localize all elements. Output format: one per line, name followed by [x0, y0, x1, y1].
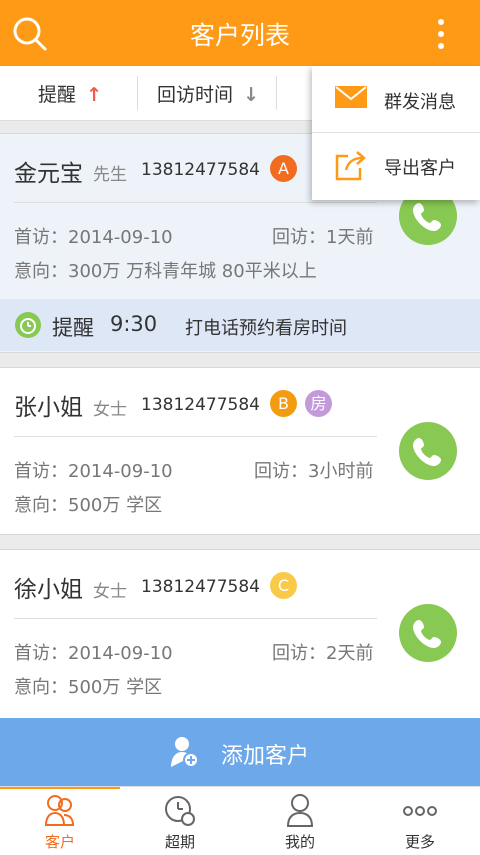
reminder-time: 9:30	[110, 312, 158, 336]
tab-mine[interactable]: 我的	[240, 787, 360, 855]
customer-card[interactable]: 徐小姐 女士 13812477584 C 首访：2014-09-10 回访：2天…	[0, 549, 480, 719]
menu-item-export[interactable]: 导出客户	[312, 132, 480, 198]
last-visit: 回访：3小时前	[254, 461, 374, 482]
phone-icon	[413, 620, 441, 648]
customer-title: 女士	[93, 582, 127, 602]
grade-badge: A	[270, 155, 297, 182]
add-customer-label: 添加客户	[221, 744, 310, 769]
menu-item-broadcast[interactable]: 群发消息	[312, 66, 480, 133]
menu-item-label: 群发消息	[384, 92, 456, 113]
first-visit: 首访：2014-09-10	[14, 227, 173, 248]
divider	[14, 618, 377, 619]
bottom-tab-bar: 客户 超期 我的 更多	[0, 786, 480, 855]
reminder-text: 打电话预约看房时间	[185, 318, 347, 339]
customers-icon	[44, 795, 75, 826]
more-vertical-icon[interactable]	[424, 14, 458, 54]
filter-divider	[137, 76, 138, 110]
overflow-menu: 群发消息 导出客户	[312, 66, 480, 200]
filter-divider	[276, 76, 277, 110]
arrow-up-icon: ↑	[86, 84, 102, 106]
intent: 意向：300万 万科青年城 80平米以上	[14, 261, 317, 282]
customer-phone: 13812477584	[141, 160, 260, 180]
divider	[14, 202, 377, 203]
customer-title: 先生	[93, 165, 127, 185]
customer-phone: 13812477584	[141, 395, 260, 415]
tab-customers[interactable]: 客户	[0, 787, 120, 855]
filter-reminder[interactable]: 提醒 ↑	[38, 80, 102, 107]
alarm-clock-icon	[15, 312, 41, 338]
phone-icon	[413, 438, 441, 466]
tab-more[interactable]: 更多	[360, 787, 480, 855]
customer-title: 女士	[93, 400, 127, 420]
grade-badge: C	[270, 572, 297, 599]
mail-icon	[335, 86, 367, 108]
filter-revisit-time[interactable]: 回访时间 ↓	[157, 80, 259, 107]
filter-revisit-label: 回访时间	[157, 84, 234, 106]
arrow-down-icon: ↓	[243, 84, 259, 106]
customer-phone: 13812477584	[141, 577, 260, 597]
call-button[interactable]	[399, 422, 457, 480]
reminder-row[interactable]: 提醒 9:30 打电话预约看房时间	[0, 299, 480, 351]
tab-label: 超期	[164, 833, 195, 851]
house-tag-badge: 房	[305, 390, 332, 417]
export-icon	[335, 151, 366, 181]
profile-icon	[286, 794, 314, 827]
menu-item-label: 导出客户	[384, 158, 456, 179]
more-dots-icon	[403, 806, 437, 816]
first-visit: 首访：2014-09-10	[14, 461, 173, 482]
reminder-label: 提醒	[52, 316, 94, 340]
last-visit: 回访：2天前	[272, 643, 374, 664]
intent: 意向：500万 学区	[14, 495, 163, 516]
tab-label: 客户	[44, 833, 75, 851]
page-title: 客户列表	[189, 21, 290, 50]
top-bar: 客户列表	[0, 0, 480, 66]
last-visit: 回访：1天前	[272, 227, 374, 248]
intent: 意向：500万 学区	[14, 677, 163, 698]
filter-reminder-label: 提醒	[38, 84, 77, 106]
customer-name: 徐小姐	[14, 577, 83, 603]
add-customer-button[interactable]: 添加客户	[0, 718, 480, 786]
divider	[14, 436, 377, 437]
customer-name: 金元宝	[14, 161, 83, 187]
tab-label: 我的	[284, 833, 315, 851]
overdue-clock-icon	[165, 796, 195, 826]
customer-card[interactable]: 张小姐 女士 13812477584 B 房 首访：2014-09-10 回访：…	[0, 367, 480, 535]
first-visit: 首访：2014-09-10	[14, 643, 173, 664]
add-user-icon	[171, 737, 199, 768]
customer-name: 张小姐	[14, 395, 83, 421]
tab-overdue[interactable]: 超期	[120, 787, 240, 855]
grade-badge: B	[270, 390, 297, 417]
tab-label: 更多	[404, 833, 435, 851]
call-button[interactable]	[399, 604, 457, 662]
